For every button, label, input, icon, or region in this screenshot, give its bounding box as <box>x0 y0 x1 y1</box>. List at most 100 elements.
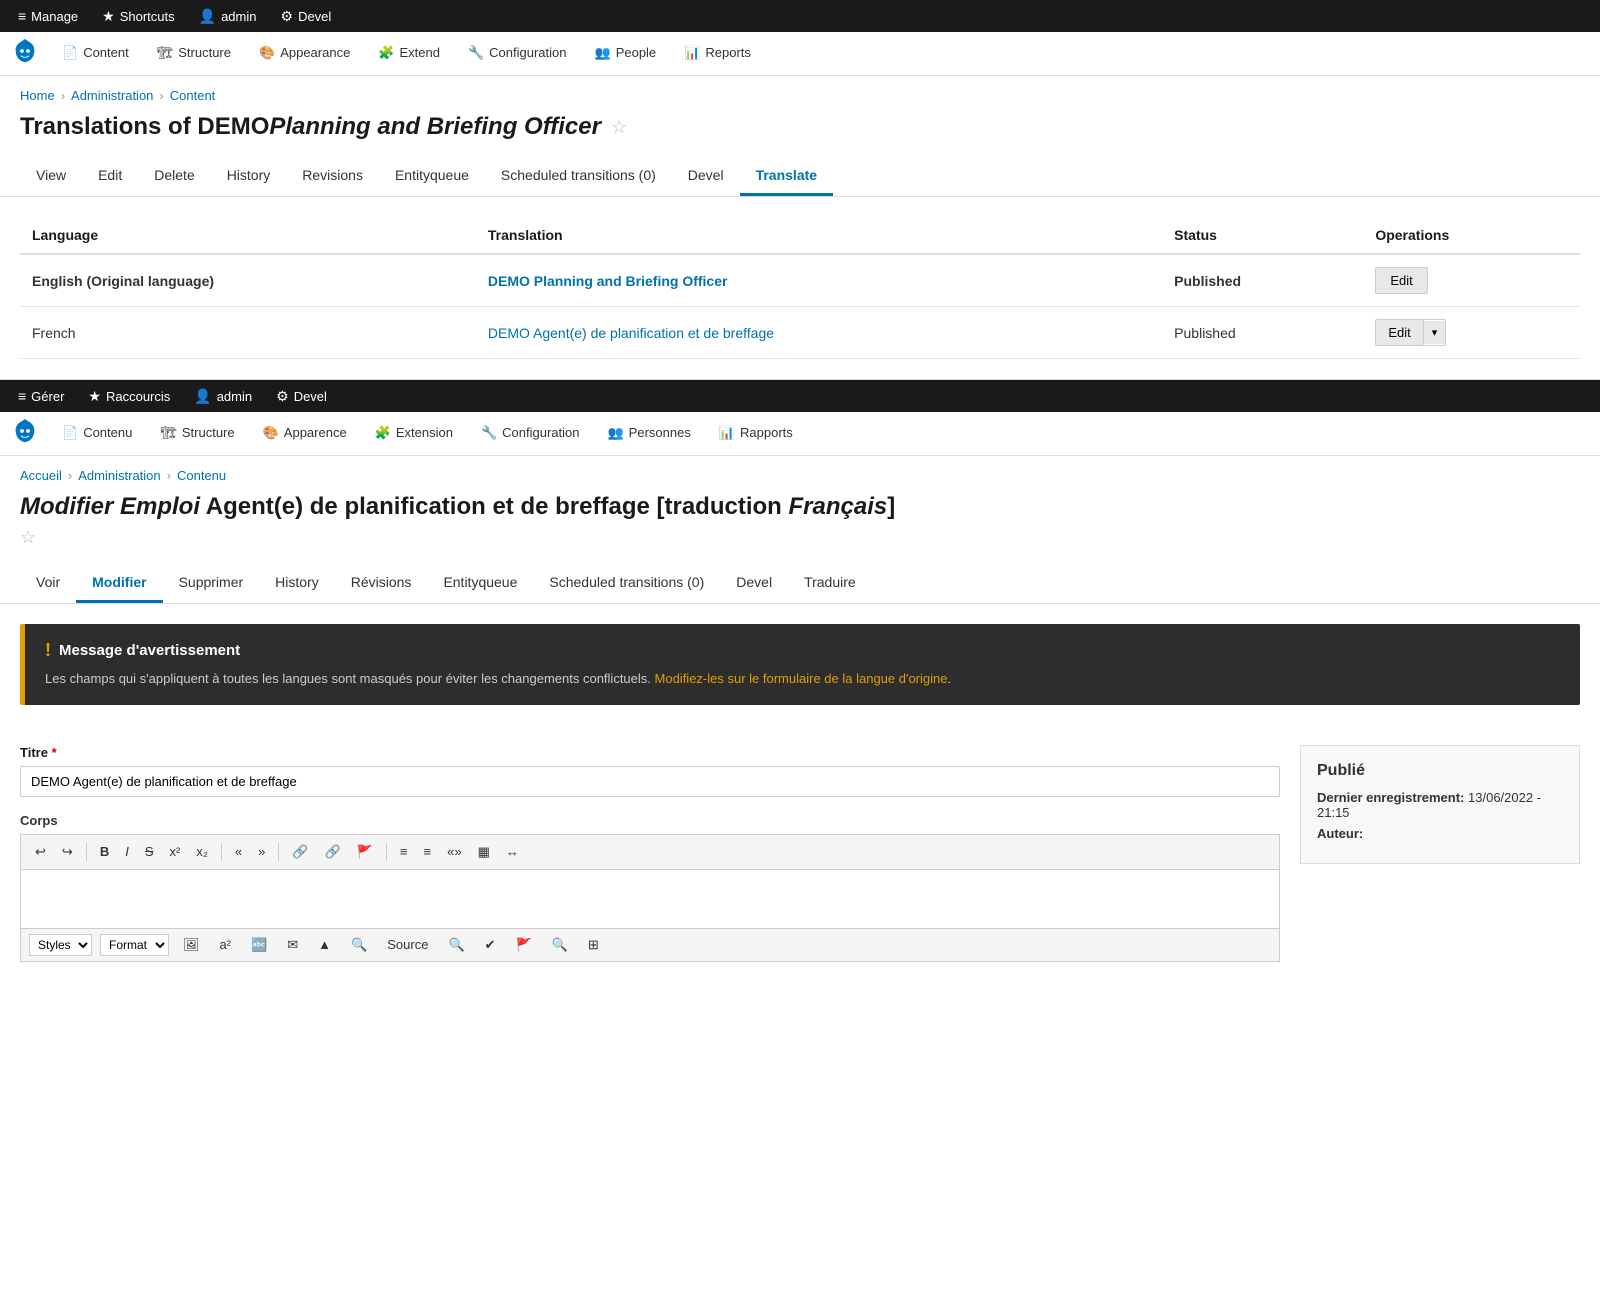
second-devel-button[interactable]: ⚙ Devel <box>266 380 337 412</box>
link-button[interactable]: 🔗 <box>286 841 314 863</box>
tab-devel-fr[interactable]: Devel <box>720 564 788 603</box>
expand-button[interactable]: ⊞ <box>582 934 605 956</box>
superscript-button[interactable]: x² <box>164 841 187 862</box>
strikethrough-button[interactable]: S <box>139 841 160 862</box>
find-button[interactable]: 🔍 <box>345 934 373 956</box>
color-button[interactable]: ▲ <box>312 934 337 955</box>
second-favorite-star[interactable]: ☆ <box>20 527 36 547</box>
favorite-star[interactable]: ☆ <box>611 117 627 138</box>
tab-voir[interactable]: Voir <box>20 564 76 603</box>
source-button[interactable]: Source <box>381 934 434 955</box>
image-button[interactable]: 🖼 <box>177 934 206 956</box>
devel-button[interactable]: ⚙ Devel <box>271 0 342 32</box>
tab-scheduled[interactable]: Scheduled transitions (0) <box>485 157 672 196</box>
top-admin-bar: ≡ Manage ★ Shortcuts 👤 admin ⚙ Devel <box>0 0 1600 32</box>
tab-supprimer[interactable]: Supprimer <box>163 564 260 603</box>
indent-right-button[interactable]: » <box>252 841 271 862</box>
body-field: Corps ↩ ↪ B I S x² x₂ « » 🔗 🔗 🚩 <box>20 813 1280 962</box>
devel-label: Devel <box>298 9 331 24</box>
subscript-button[interactable]: x₂ <box>190 841 214 862</box>
anchor-button[interactable]: 🚩 <box>351 841 379 863</box>
shortcuts-icon: ★ <box>102 8 115 25</box>
last-saved-field: Dernier enregistrement: 13/06/2022 - 21:… <box>1317 790 1563 820</box>
tab-revisions[interactable]: Revisions <box>286 157 379 196</box>
tab-translate[interactable]: Translate <box>740 157 833 196</box>
translation-link-fr[interactable]: DEMO Agent(e) de planification et de bre… <box>488 325 774 341</box>
italic-button[interactable]: I <box>119 841 135 862</box>
format-select[interactable]: Format <box>100 934 169 956</box>
nav-appearance[interactable]: 🎨 Appearance <box>245 32 364 76</box>
nav-content[interactable]: 📄 Content <box>48 32 143 76</box>
check-button[interactable]: ✔ <box>479 934 502 956</box>
structure-icon: 🏗 <box>157 45 174 61</box>
unlink-button[interactable]: 🔗 <box>319 841 347 863</box>
tab-view[interactable]: View <box>20 157 82 196</box>
styles-select[interactable]: Styles <box>29 934 92 956</box>
shortcuts-button[interactable]: ★ Shortcuts <box>92 0 184 32</box>
tab-entityqueue[interactable]: Entityqueue <box>379 157 485 196</box>
tab-modifier[interactable]: Modifier <box>76 564 162 603</box>
edit-dropdown-arrow[interactable]: ▾ <box>1424 321 1446 344</box>
breadcrumb-admin[interactable]: Administration <box>71 88 153 103</box>
nav-extend[interactable]: 🧩 Extend <box>364 32 454 76</box>
edit-main-button-fr[interactable]: Edit <box>1376 320 1423 345</box>
toolbar-sep-4 <box>386 843 387 861</box>
special-char-button[interactable]: a² <box>214 934 238 955</box>
nav-reports[interactable]: 📊 Reports <box>670 32 765 76</box>
toolbar-sep-3 <box>278 843 279 861</box>
nav-extension[interactable]: 🧩 Extension <box>361 412 467 456</box>
tab-history-fr[interactable]: History <box>259 564 335 603</box>
wysiwyg-body[interactable] <box>20 869 1280 929</box>
second-admin-button[interactable]: 👤 admin <box>184 380 262 412</box>
breadcrumb-content[interactable]: Content <box>170 88 216 103</box>
content-icon: 📄 <box>62 45 78 61</box>
raccourcis-button[interactable]: ★ Raccourcis <box>78 380 180 412</box>
blockquote-button[interactable]: «» <box>441 841 467 862</box>
nav-people[interactable]: 👥 People <box>581 32 671 76</box>
nav-apparence[interactable]: 🎨 Apparence <box>249 412 361 456</box>
breadcrumb-contenu[interactable]: Contenu <box>177 468 226 483</box>
abbr-button[interactable]: 🔤 <box>245 934 273 956</box>
flag-button[interactable]: 🚩 <box>510 934 538 956</box>
breadcrumb-administration[interactable]: Administration <box>78 468 160 483</box>
title-input[interactable] <box>20 766 1280 797</box>
nav-personnes[interactable]: 👥 Personnes <box>593 412 704 456</box>
indent-left-button[interactable]: « <box>229 841 248 862</box>
hr-button[interactable]: ↔ <box>500 841 525 862</box>
bold-button[interactable]: B <box>94 841 115 862</box>
nav-configuration-fr[interactable]: 🔧 Configuration <box>467 412 594 456</box>
search2-button[interactable]: 🔍 <box>546 934 574 956</box>
tab-scheduled-fr[interactable]: Scheduled transitions (0) <box>533 564 720 603</box>
ul-button[interactable]: ≡ <box>394 841 414 862</box>
translation-link-en[interactable]: DEMO Planning and Briefing Officer <box>488 273 728 289</box>
nav-structure[interactable]: 🏗 Structure <box>143 32 245 76</box>
tab-devel[interactable]: Devel <box>672 157 740 196</box>
nav-rapports[interactable]: 📊 Rapports <box>705 412 807 456</box>
warning-link[interactable]: Modifiez-les sur le formulaire de la lan… <box>655 671 948 686</box>
tab-entityqueue-fr[interactable]: Entityqueue <box>427 564 533 603</box>
edit-button-en[interactable]: Edit <box>1375 267 1427 294</box>
redo-button[interactable]: ↪ <box>56 841 79 863</box>
nav-structure-fr[interactable]: 🏗 Structure <box>146 412 248 456</box>
tab-revisions-fr[interactable]: Révisions <box>335 564 428 603</box>
tab-delete[interactable]: Delete <box>138 157 210 196</box>
manage-button[interactable]: ≡ Manage <box>8 0 88 32</box>
extension-icon: 🧩 <box>375 425 391 441</box>
tab-history[interactable]: History <box>211 157 287 196</box>
email-button[interactable]: ✉ <box>281 934 304 956</box>
breadcrumb-accueil[interactable]: Accueil <box>20 468 62 483</box>
tab-traduire[interactable]: Traduire <box>788 564 872 603</box>
tab-edit[interactable]: Edit <box>82 157 138 196</box>
warning-body: Les champs qui s'appliquent à toutes les… <box>45 669 1560 689</box>
nav-contenu[interactable]: 📄 Contenu <box>48 412 146 456</box>
table-button[interactable]: ▦ <box>472 841 496 863</box>
ol-button[interactable]: ≡ <box>418 841 438 862</box>
translations-table: Language Translation Status Operations E… <box>20 217 1580 359</box>
search-button[interactable]: 🔍 <box>442 934 470 956</box>
admin-button[interactable]: 👤 admin <box>189 0 267 32</box>
undo-button[interactable]: ↩ <box>29 841 52 863</box>
gerer-button[interactable]: ≡ Gérer <box>8 380 74 412</box>
breadcrumb-home[interactable]: Home <box>20 88 55 103</box>
nav-configuration[interactable]: 🔧 Configuration <box>454 32 581 76</box>
toolbar-sep-2 <box>221 843 222 861</box>
